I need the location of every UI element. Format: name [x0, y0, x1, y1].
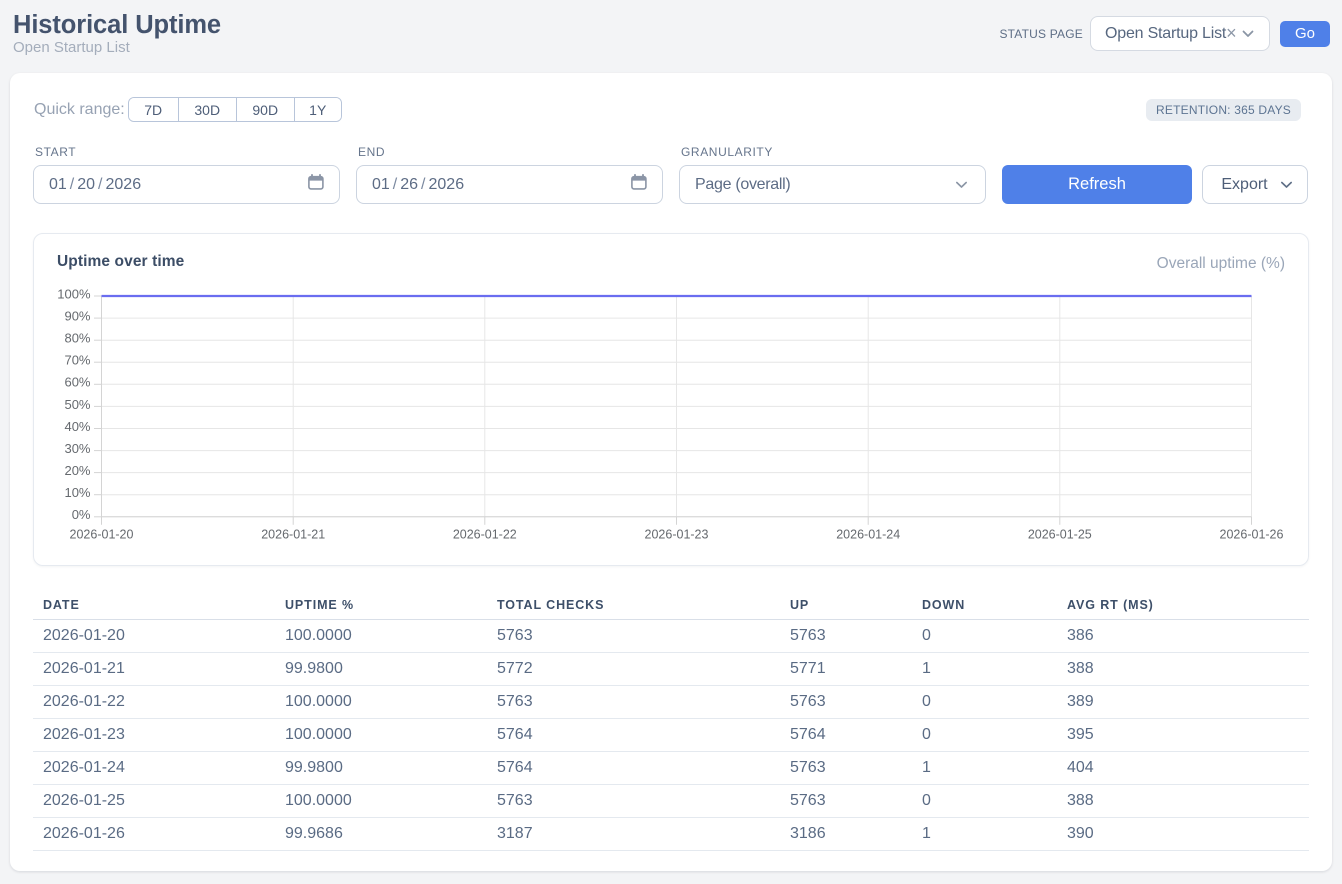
- svg-text:70%: 70%: [64, 353, 90, 368]
- svg-text:40%: 40%: [64, 419, 90, 434]
- svg-text:2026-01-26: 2026-01-26: [1220, 528, 1284, 542]
- svg-text:2026-01-25: 2026-01-25: [1028, 528, 1092, 542]
- svg-text:100%: 100%: [57, 286, 91, 301]
- svg-text:0%: 0%: [72, 507, 91, 522]
- svg-text:2026-01-20: 2026-01-20: [70, 528, 134, 542]
- svg-text:90%: 90%: [64, 309, 90, 324]
- svg-text:2026-01-21: 2026-01-21: [261, 528, 325, 542]
- svg-text:10%: 10%: [64, 485, 90, 500]
- svg-text:50%: 50%: [64, 397, 90, 412]
- svg-text:80%: 80%: [64, 331, 90, 346]
- svg-text:2026-01-22: 2026-01-22: [453, 528, 517, 542]
- svg-text:20%: 20%: [64, 463, 90, 478]
- svg-text:30%: 30%: [64, 441, 90, 456]
- svg-text:2026-01-23: 2026-01-23: [645, 528, 709, 542]
- svg-text:60%: 60%: [64, 375, 90, 390]
- svg-text:2026-01-24: 2026-01-24: [836, 528, 900, 542]
